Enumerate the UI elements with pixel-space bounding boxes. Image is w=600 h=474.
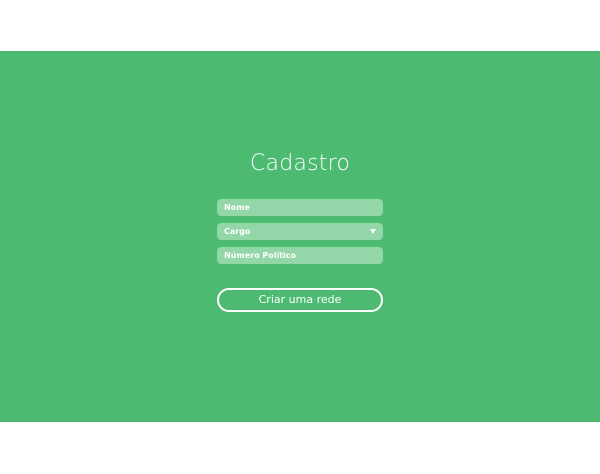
name-field[interactable]: Nome	[217, 199, 383, 216]
name-field-placeholder: Nome	[224, 203, 250, 212]
political-number-field[interactable]: Número Político	[217, 247, 383, 264]
create-network-button[interactable]: Criar uma rede	[217, 288, 383, 312]
chevron-down-icon[interactable]	[370, 229, 376, 234]
form-title: Cadastro	[250, 151, 350, 176]
cargo-select[interactable]: Cargo	[217, 223, 383, 240]
bottom-blank-area	[0, 422, 600, 474]
cargo-select-placeholder: Cargo	[224, 227, 251, 236]
top-blank-area	[0, 0, 600, 51]
political-number-placeholder: Número Político	[224, 251, 297, 260]
